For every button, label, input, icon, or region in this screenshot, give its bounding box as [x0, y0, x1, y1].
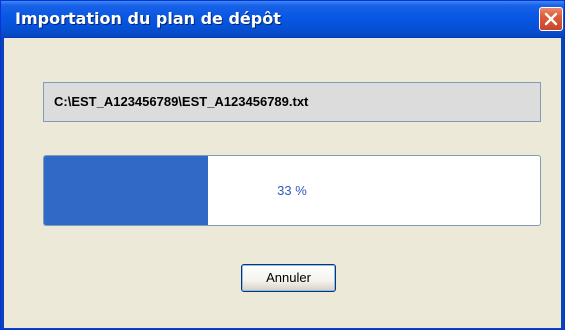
- import-progress-bar: 33 %: [43, 155, 541, 226]
- window-title: Importation du plan de dépôt: [15, 9, 281, 28]
- close-icon: [544, 12, 558, 26]
- file-path-display: C:\EST_A123456789\EST_A123456789.txt: [43, 82, 541, 122]
- close-button[interactable]: [539, 7, 563, 31]
- title-bar[interactable]: Importation du plan de dépôt: [1, 1, 564, 38]
- progress-percent-label: 33 %: [277, 183, 307, 198]
- import-dialog-window: Importation du plan de dépôt C:\EST_A123…: [0, 0, 565, 330]
- window-border-right: [561, 38, 564, 328]
- cancel-button[interactable]: Annuler: [241, 264, 336, 292]
- dialog-body: C:\EST_A123456789\EST_A123456789.txt 33 …: [4, 38, 561, 328]
